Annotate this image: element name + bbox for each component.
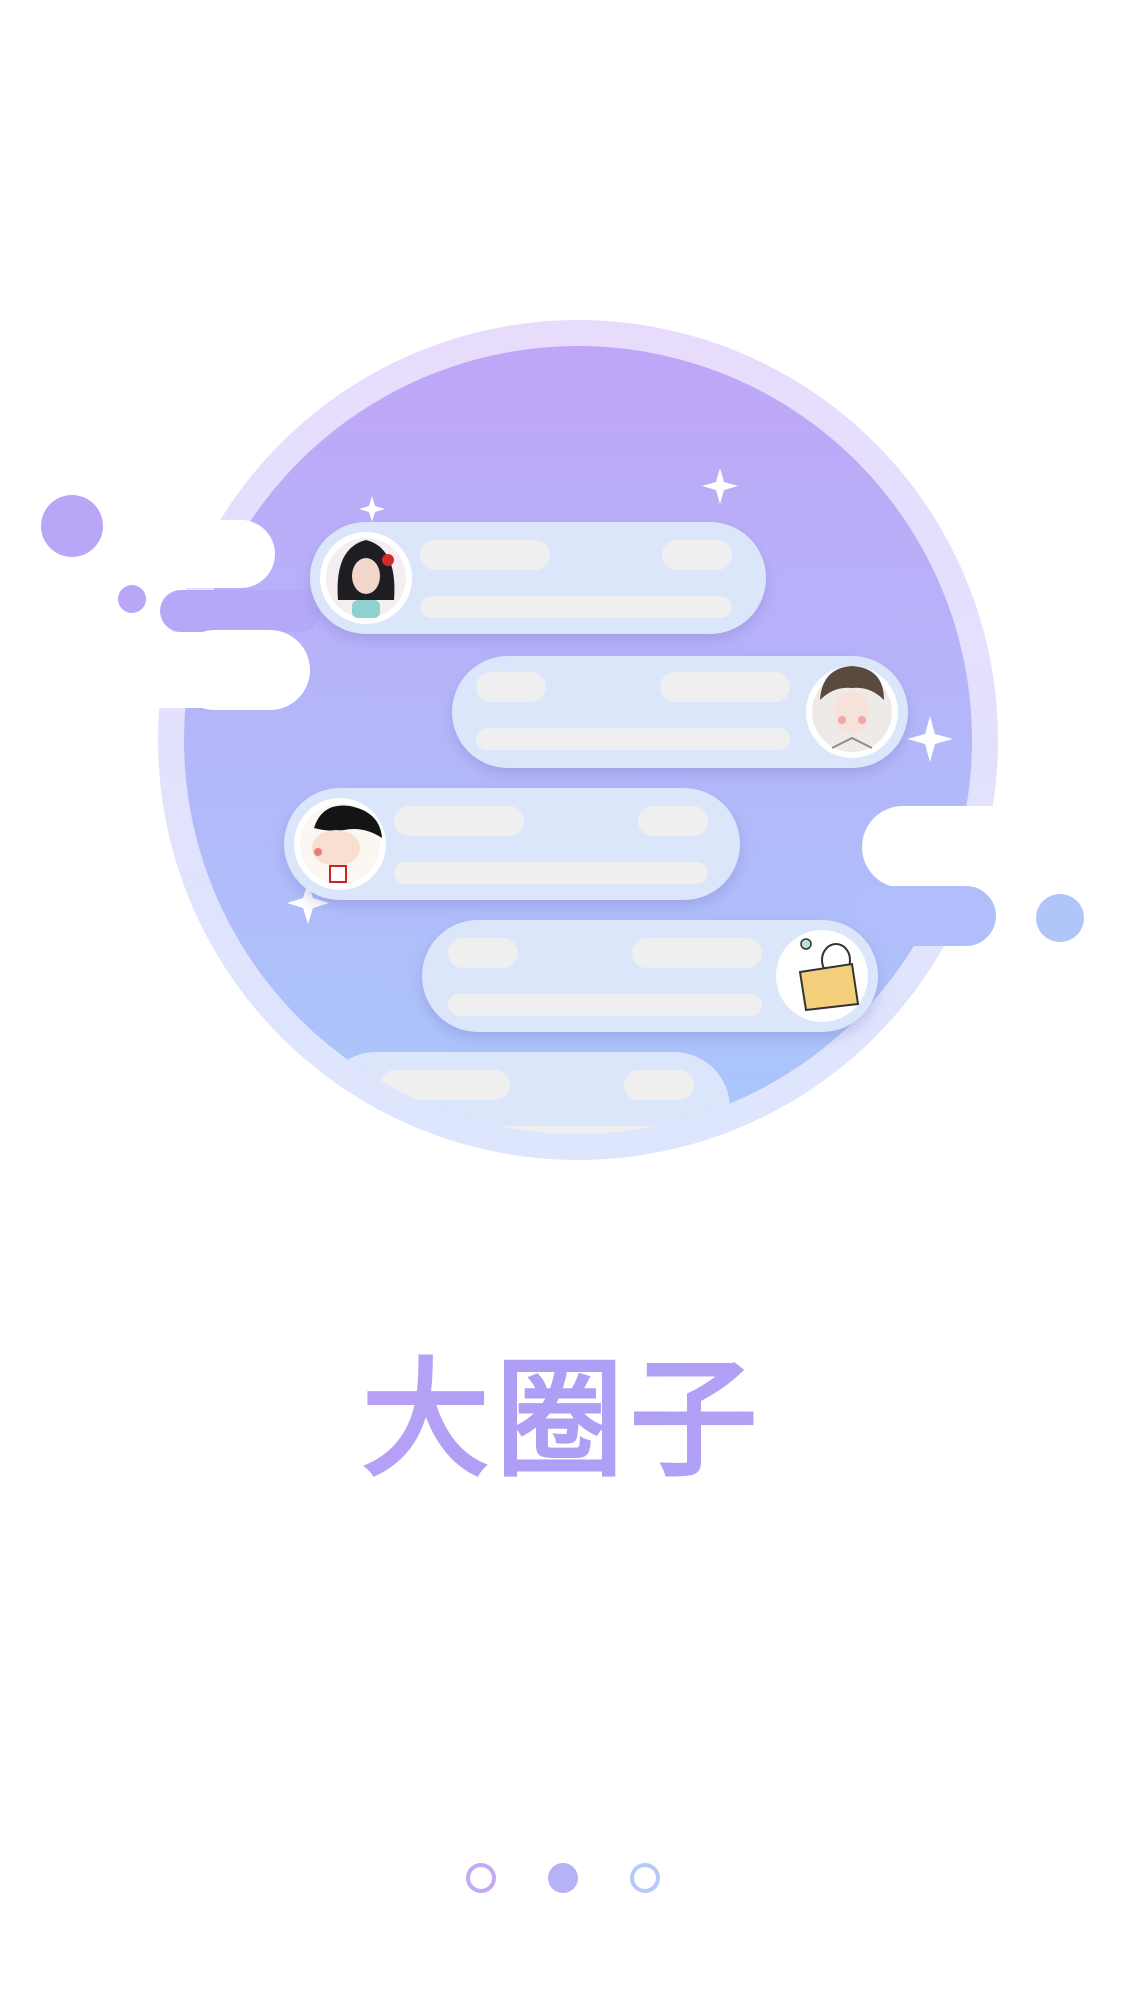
- page-dot-3[interactable]: [629, 1863, 660, 1893]
- page-indicator: [0, 1860, 1125, 1896]
- man-sketch-avatar: [806, 666, 898, 758]
- right-cloud: [850, 806, 1084, 946]
- blanket-character-avatar: [776, 930, 868, 1022]
- girl-avatar: [320, 532, 412, 624]
- cartoon-girl-avatar: [294, 798, 386, 890]
- page-title: 大圈子: [0, 1340, 1125, 1500]
- chat-illustration: [41, 320, 1084, 1160]
- page-dot-1[interactable]: [465, 1863, 496, 1893]
- page-dot-2-active[interactable]: [547, 1863, 578, 1893]
